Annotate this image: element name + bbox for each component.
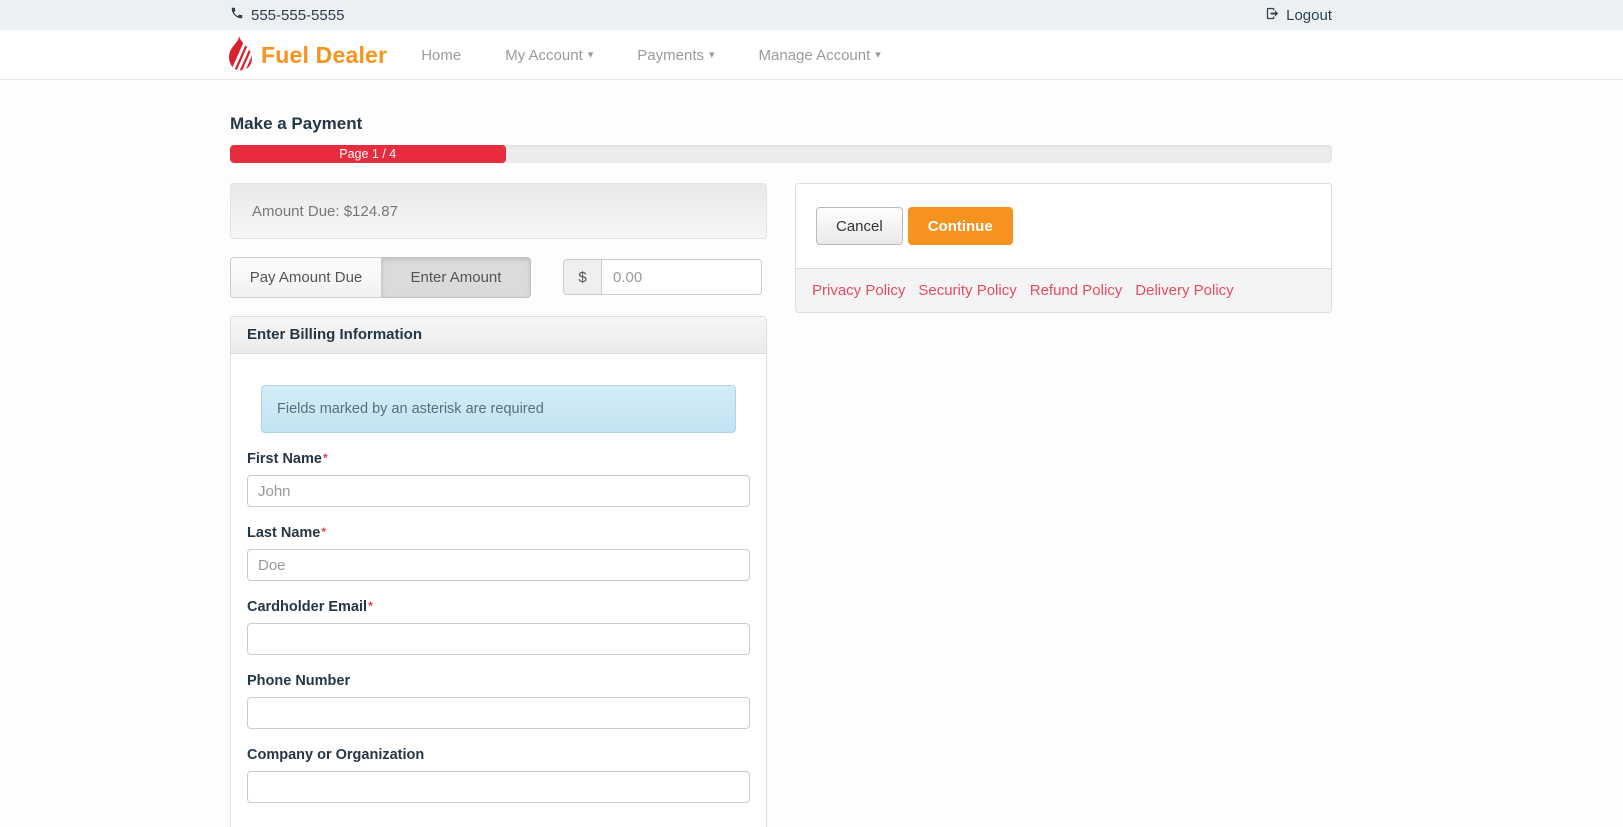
amount-due-panel: Amount Due: $124.87 — [230, 183, 767, 239]
phone-number-input[interactable] — [247, 697, 750, 729]
payment-column: Amount Due: $124.87 Pay Amount Due Enter… — [230, 183, 767, 827]
field-label-text: First Name — [247, 451, 322, 467]
first-name-input[interactable] — [247, 475, 750, 507]
amount-due-text: Amount Due: $124.87 — [252, 202, 398, 220]
phone-contact: 555-555-5555 — [230, 6, 344, 24]
utility-bar: 555-555-5555 Logout — [0, 0, 1623, 30]
action-card-body: Cancel Continue — [796, 184, 1331, 268]
required-asterisk: * — [321, 525, 327, 539]
actions-column: Cancel Continue Privacy Policy Security … — [795, 183, 1332, 313]
required-fields-alert: Fields marked by an asterisk are require… — [261, 385, 736, 433]
main-navbar: Fuel Dealer Home My Account ▾ Payments ▾… — [0, 30, 1623, 80]
page-title: Make a Payment — [230, 114, 363, 133]
field-label-text: Company or Organization — [247, 747, 425, 763]
phone-icon — [230, 6, 244, 24]
billing-panel: Enter Billing Information Fields marked … — [230, 316, 767, 827]
field-label-text: Cardholder Email — [247, 599, 368, 615]
company-group: Company or Organization* — [247, 747, 750, 803]
caret-down-icon: ▾ — [875, 48, 881, 61]
nav-item-manage-account[interactable]: Manage Account ▾ — [759, 47, 881, 64]
nav-links: Home My Account ▾ Payments ▾ Manage Acco… — [421, 47, 881, 64]
amount-input-group: $ — [563, 259, 762, 295]
nav-item-my-account[interactable]: My Account ▾ — [505, 47, 593, 64]
field-label-text: Phone Number — [247, 673, 351, 689]
first-name-group: First Name* — [247, 451, 750, 507]
continue-button[interactable]: Continue — [907, 207, 1013, 245]
phone-number-group: Phone Number* — [247, 673, 750, 729]
pay-amount-due-button[interactable]: Pay Amount Due — [230, 257, 382, 298]
nav-item-label: Home — [421, 46, 462, 64]
main-content: Make a Payment Page 1 / 4 Amount Due: $1… — [230, 114, 1332, 827]
policy-links: Privacy Policy Security Policy Refund Po… — [796, 268, 1331, 312]
amount-selector-row: Pay Amount Due Enter Amount $ — [230, 257, 767, 298]
progress-bar: Page 1 / 4 — [230, 145, 1332, 163]
last-name-group: Last Name* — [247, 525, 750, 581]
caret-down-icon: ▾ — [709, 48, 715, 61]
cardholder-email-group: Cardholder Email* — [247, 599, 750, 655]
logout-label: Logout — [1286, 6, 1332, 24]
nav-item-label: Manage Account — [758, 46, 871, 64]
amount-mode-toggle: Pay Amount Due Enter Amount — [230, 257, 531, 298]
required-asterisk: * — [368, 599, 373, 613]
nav-item-label: Payments — [637, 46, 704, 64]
caret-down-icon: ▾ — [587, 48, 594, 61]
required-asterisk: * — [322, 451, 328, 465]
cancel-button[interactable]: Cancel — [816, 207, 903, 245]
security-policy-link[interactable]: Security Policy — [918, 282, 1016, 299]
currency-addon: $ — [563, 259, 601, 295]
billing-panel-body: Fields marked by an asterisk are require… — [231, 354, 766, 827]
delivery-policy-link[interactable]: Delivery Policy — [1135, 282, 1233, 299]
phone-number-label: Phone Number* — [247, 673, 750, 689]
flame-icon — [224, 34, 253, 76]
brand-logo[interactable]: Fuel Dealer — [224, 34, 388, 76]
brand-name: Fuel Dealer — [261, 41, 388, 68]
billing-panel-header: Enter Billing Information — [231, 317, 766, 354]
refund-policy-link[interactable]: Refund Policy — [1030, 282, 1123, 299]
privacy-policy-link[interactable]: Privacy Policy — [812, 282, 905, 299]
nav-item-label: My Account — [505, 46, 583, 64]
enter-amount-button[interactable]: Enter Amount — [382, 257, 531, 298]
progress-label: Page 1 / 4 — [339, 147, 397, 161]
action-card: Cancel Continue Privacy Policy Security … — [795, 183, 1332, 313]
cardholder-email-label: Cardholder Email* — [247, 599, 750, 615]
progress-fill: Page 1 / 4 — [230, 145, 506, 163]
cardholder-email-input[interactable] — [247, 623, 750, 655]
logout-button[interactable]: Logout — [1265, 6, 1332, 25]
nav-item-payments[interactable]: Payments ▾ — [637, 47, 714, 64]
field-label-text: Last Name — [247, 525, 321, 541]
nav-item-home[interactable]: Home — [421, 47, 461, 64]
phone-number: 555-555-5555 — [251, 6, 345, 24]
company-label: Company or Organization* — [247, 747, 750, 763]
logout-icon — [1265, 6, 1280, 25]
last-name-label: Last Name* — [247, 525, 750, 541]
last-name-input[interactable] — [247, 549, 750, 581]
amount-input[interactable] — [601, 259, 762, 295]
company-input[interactable] — [247, 771, 750, 803]
first-name-label: First Name* — [247, 451, 750, 467]
